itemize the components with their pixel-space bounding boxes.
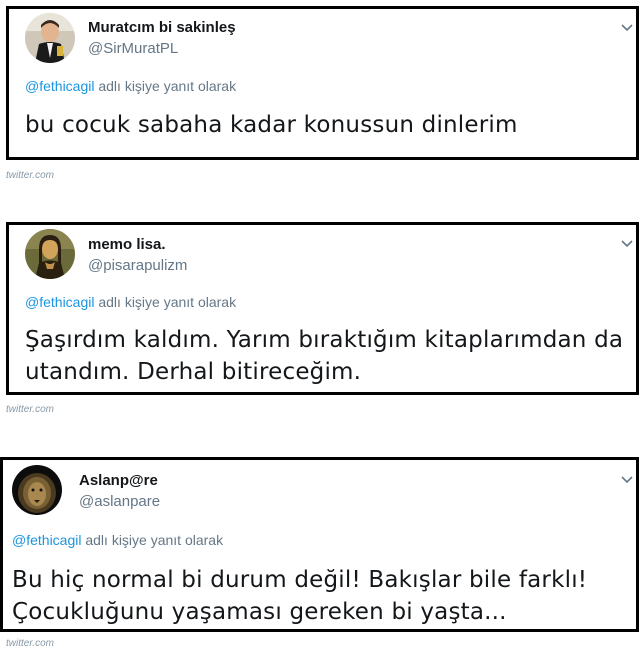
- display-name[interactable]: Muratcım bi sakinleş: [88, 19, 236, 36]
- avatar[interactable]: [25, 13, 75, 63]
- lion-avatar-icon: [12, 465, 62, 515]
- user-handle[interactable]: @SirMuratPL: [88, 40, 178, 57]
- tweet-card[interactable]: Aslanp@re @aslanpare @fethicagil adlı ki…: [0, 457, 639, 632]
- mention-link[interactable]: @fethicagil: [25, 78, 94, 94]
- reply-context-label: adlı kişiye yanıt olarak: [98, 78, 237, 94]
- tweet-text-line: Şaşırdım kaldım. Yarım bıraktığım kitapl…: [25, 327, 624, 353]
- source-label: twitter.com: [6, 170, 54, 181]
- reply-context: @fethicagil adlı kişiye yanıt olarak: [25, 78, 236, 94]
- mention-link[interactable]: @fethicagil: [25, 294, 94, 310]
- user-handle[interactable]: @pisarapulizm: [88, 257, 187, 274]
- reply-context: @fethicagil adlı kişiye yanıt olarak: [25, 294, 236, 310]
- tweet-card[interactable]: Muratcım bi sakinleş @SirMuratPL @fethic…: [6, 6, 639, 160]
- tweet-text-line: Çocukluğunu yaşaması gereken bi yaşta...: [12, 599, 507, 625]
- tweet-text-line: utandım. Derhal bitireceğim.: [25, 359, 362, 385]
- child-photo-avatar-icon: [25, 13, 75, 63]
- source-label: twitter.com: [6, 638, 54, 649]
- mention-link[interactable]: @fethicagil: [12, 532, 81, 548]
- tweet-text: Şaşırdım kaldım. Yarım bıraktığım kitapl…: [25, 324, 630, 388]
- chevron-down-icon[interactable]: [620, 239, 634, 249]
- tweet-text-line: Bu hiç normal bi durum değil! Bakışlar b…: [12, 567, 588, 593]
- display-name[interactable]: Aslanp@re: [79, 472, 158, 489]
- source-label: twitter.com: [6, 404, 54, 415]
- tweet-text: Bu hiç normal bi durum değil! Bakışlar b…: [12, 564, 630, 628]
- reply-context-label: adlı kişiye yanıt olarak: [85, 532, 224, 548]
- chevron-down-icon[interactable]: [620, 23, 634, 33]
- avatar[interactable]: [12, 465, 62, 515]
- display-name[interactable]: memo lisa.: [88, 236, 166, 253]
- mona-lisa-avatar-icon: [25, 229, 75, 279]
- reply-context-label: adlı kişiye yanıt olarak: [98, 294, 237, 310]
- tweet-card[interactable]: memo lisa. @pisarapulizm @fethicagil adl…: [6, 222, 639, 395]
- tweet-text: bu cocuk sabaha kadar konussun dinlerim: [25, 109, 630, 141]
- chevron-down-icon[interactable]: [620, 475, 634, 485]
- tweet-text-line: bu cocuk sabaha kadar konussun dinlerim: [25, 112, 518, 138]
- avatar[interactable]: [25, 229, 75, 279]
- user-handle[interactable]: @aslanpare: [79, 493, 160, 510]
- reply-context: @fethicagil adlı kişiye yanıt olarak: [12, 532, 223, 548]
